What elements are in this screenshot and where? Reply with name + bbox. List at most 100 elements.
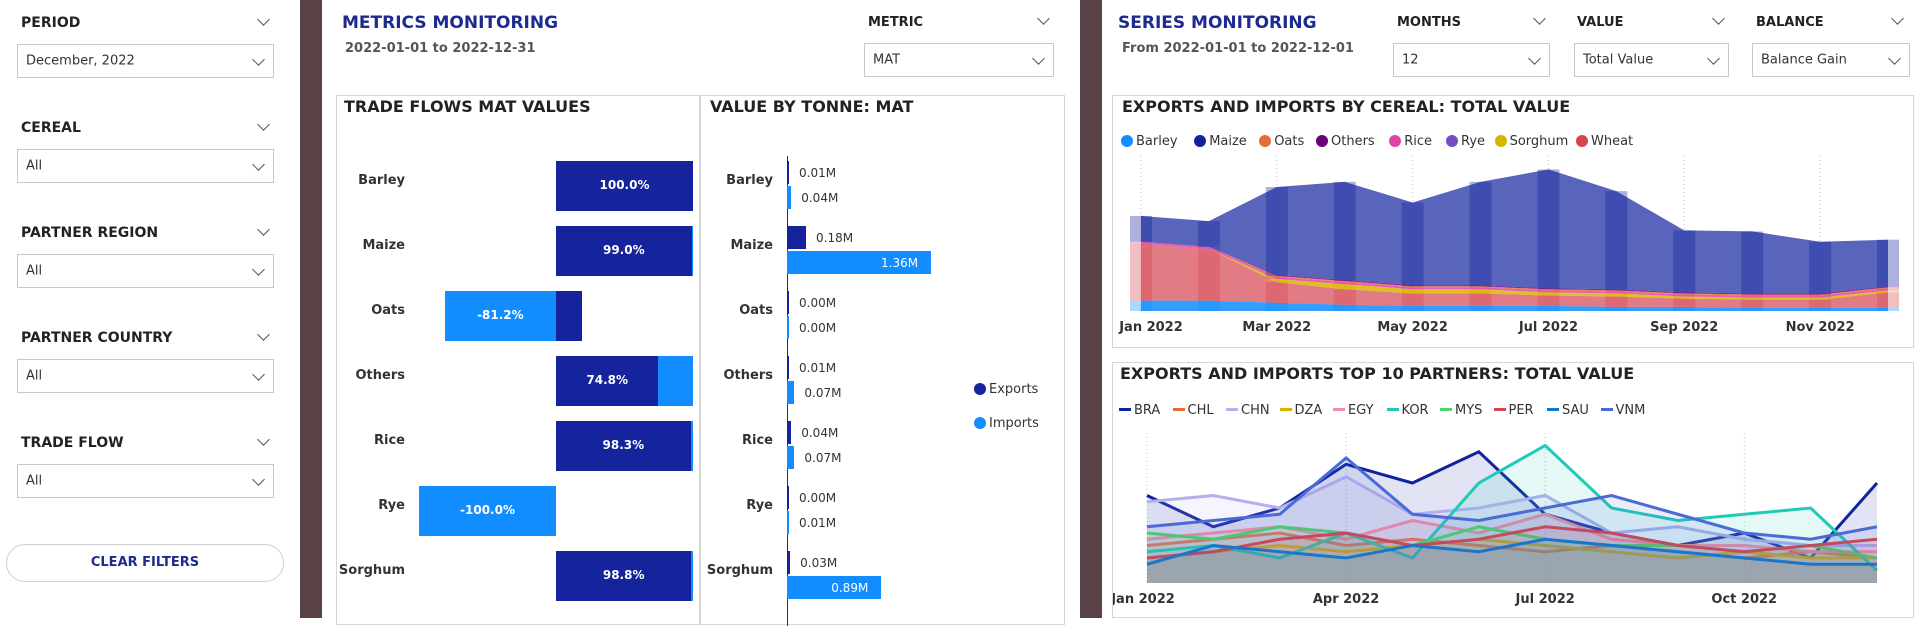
- partner-country-chevron-icon[interactable]: [257, 328, 270, 341]
- cereal-dropdown[interactable]: All: [17, 149, 274, 183]
- column-maize: [1401, 202, 1424, 286]
- value-by-tonne-panel: VALUE BY TONNE: MAT Barley 0.01M 0.04M Maiz…: [700, 95, 1065, 626]
- exports-bar: [787, 486, 789, 509]
- imports-bar: [691, 226, 693, 276]
- column-wheat: [1197, 249, 1220, 301]
- category-label: Maize: [362, 238, 405, 253]
- category-label: Maize: [730, 238, 773, 253]
- months-chevron-icon[interactable]: [1533, 12, 1546, 25]
- series-title: SERIES MONITORING: [1118, 13, 1317, 33]
- column-oats: [1537, 289, 1560, 291]
- column-maize: [1741, 231, 1764, 294]
- x-tick-label: Mar 2022: [1242, 320, 1311, 335]
- column-wheat: [1605, 296, 1628, 307]
- partner-country-dropdown[interactable]: All: [17, 359, 274, 393]
- exports-bar: [787, 161, 789, 184]
- imports-bar: [787, 381, 795, 404]
- column-maize: [1130, 215, 1152, 242]
- column-oats: [1741, 294, 1764, 296]
- data-label: 0.01M: [799, 361, 837, 375]
- column-barley: [1469, 305, 1492, 311]
- trade-flows-chart-title: TRADE FLOWS MAT VALUES: [344, 97, 591, 116]
- column-wheat: [1673, 298, 1696, 307]
- exports-bar: [787, 226, 807, 249]
- column-sorghum: [1809, 297, 1832, 300]
- imports-bar: [787, 316, 789, 339]
- data-label: 98.3%: [602, 438, 645, 452]
- balance-dropdown[interactable]: Balance Gain: [1752, 43, 1910, 77]
- filter-pane: PERIOD December, 2022 CEREAL All PARTNER…: [0, 0, 300, 618]
- metric-chevron-icon[interactable]: [1037, 12, 1050, 25]
- data-label: 0.00M: [799, 321, 837, 335]
- partner-region-dropdown[interactable]: All: [17, 254, 274, 288]
- trade-flow-label: TRADE FLOW: [21, 435, 124, 451]
- metric-value: MAT: [873, 52, 901, 68]
- value-chevron-icon[interactable]: [1712, 12, 1725, 25]
- category-label: Barley: [726, 173, 773, 188]
- trade-flow-dropdown[interactable]: All: [17, 464, 274, 498]
- column-barley: [1741, 307, 1764, 311]
- cereal-area-chart: Jan 2022 Mar 2022 May 2022 Jul 2022 Sep 2022…: [1118, 156, 1899, 335]
- category-label: Barley: [358, 173, 405, 188]
- category-label: Others: [723, 368, 774, 383]
- value-dropdown[interactable]: Total Value: [1574, 43, 1729, 77]
- column-wheat: [1809, 299, 1832, 308]
- value-value: Total Value: [1583, 52, 1654, 68]
- x-tick-label: Sep 2022: [1650, 320, 1718, 335]
- imports-legend-icon: [974, 417, 986, 429]
- chevron-down-icon: [1528, 52, 1541, 65]
- column-maize: [1605, 191, 1628, 290]
- data-label: 0.07M: [804, 451, 842, 465]
- chevron-down-icon: [1888, 52, 1901, 65]
- column-barley: [1265, 302, 1288, 311]
- column-maize: [1809, 241, 1832, 294]
- column-wheat: [1877, 292, 1899, 308]
- data-label: 0.04M: [801, 426, 839, 440]
- balance-chevron-icon[interactable]: [1891, 12, 1904, 25]
- category-label: Sorghum: [706, 563, 773, 578]
- category-label: Others: [355, 368, 406, 383]
- column-barley: [1130, 300, 1152, 311]
- data-label: 0.00M: [799, 491, 837, 505]
- category-label: Rye: [746, 498, 773, 513]
- column-maize: [1265, 187, 1288, 275]
- exports-legend-icon: [974, 383, 986, 395]
- cereal-chevron-icon[interactable]: [257, 118, 270, 131]
- exports-bar: [787, 291, 789, 314]
- trade-flow-chevron-icon[interactable]: [257, 433, 270, 446]
- period-chevron-icon[interactable]: [257, 13, 270, 26]
- column-others: [1401, 285, 1424, 287]
- data-label: 0.89M: [831, 581, 869, 595]
- exports-legend: Exports: [974, 382, 1038, 397]
- chevron-down-icon: [252, 473, 265, 486]
- trade-flows-panel: TRADE FLOWS MAT VALUES Barley 100.0% Maize…: [336, 95, 700, 625]
- months-dropdown[interactable]: 12: [1393, 43, 1550, 77]
- column-barley: [1197, 300, 1220, 311]
- partner-region-chevron-icon[interactable]: [257, 223, 270, 236]
- category-label: Oats: [739, 303, 773, 318]
- clear-filters-button[interactable]: CLEAR FILTERS: [6, 544, 284, 582]
- column-sorghum: [1673, 296, 1696, 299]
- column-maize: [1333, 181, 1356, 280]
- column-wheat: [1130, 243, 1152, 301]
- imports-bar: [691, 551, 693, 601]
- metric-dropdown[interactable]: MAT: [864, 43, 1054, 77]
- metrics-title: METRICS MONITORING: [342, 13, 559, 33]
- cereal-area-panel: EXPORTS AND IMPORTS BY CEREAL: TOTAL VAL…: [1112, 95, 1914, 348]
- chevron-down-icon: [252, 263, 265, 276]
- partner-region-label: PARTNER REGION: [21, 225, 159, 241]
- chevron-down-icon: [252, 158, 265, 171]
- column-maize: [1877, 239, 1899, 287]
- column-sorghum: [1605, 293, 1628, 297]
- imports-bar: [690, 421, 693, 471]
- column-wheat: [1401, 293, 1424, 306]
- data-label: 0.04M: [801, 191, 839, 205]
- period-dropdown[interactable]: December, 2022: [17, 44, 274, 78]
- series-date-range: From 2022-01-01 to 2022-12-01: [1122, 41, 1354, 56]
- data-label: 99.0%: [602, 243, 645, 257]
- column-barley: [1605, 306, 1628, 311]
- trade-flow-value: All: [26, 473, 43, 489]
- column-maize: [1537, 169, 1560, 289]
- data-label: 1.36M: [881, 256, 919, 270]
- column-wheat: [1469, 293, 1492, 306]
